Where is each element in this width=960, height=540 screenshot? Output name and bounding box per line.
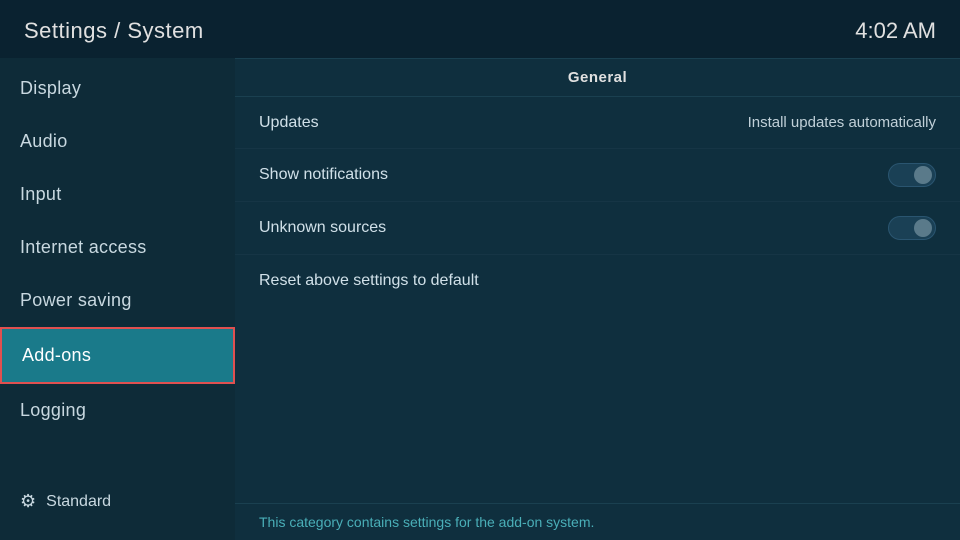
header: Settings / System 4:02 AM [0,0,960,58]
setting-row-show-notifications: Show notifications [235,149,960,202]
setting-label-unknown-sources: Unknown sources [259,219,386,237]
sidebar: Display Audio Input Internet access Powe… [0,58,235,540]
setting-label-updates: Updates [259,114,319,132]
toggle-thumb-show-notifications [914,166,932,184]
setting-row-updates: Updates Install updates automatically [235,97,960,149]
content-footer: This category contains settings for the … [235,503,960,540]
sidebar-nav: Display Audio Input Internet access Powe… [0,58,235,437]
toggle-show-notifications[interactable] [888,163,936,187]
section-header: General [235,58,960,97]
sidebar-item-logging[interactable]: Logging [0,384,235,437]
sidebar-item-internet-access[interactable]: Internet access [0,221,235,274]
sidebar-item-input[interactable]: Input [0,168,235,221]
setting-value-updates[interactable]: Install updates automatically [748,114,936,131]
page-title: Settings / System [24,18,204,44]
setting-row-unknown-sources: Unknown sources [235,202,960,255]
main-layout: Display Audio Input Internet access Powe… [0,58,960,540]
setting-row-reset[interactable]: Reset above settings to default [235,255,960,307]
sidebar-item-add-ons[interactable]: Add-ons [0,327,235,384]
settings-level-label: Standard [46,493,111,511]
content-area: General Updates Install updates automati… [235,58,960,540]
sidebar-item-power-saving[interactable]: Power saving [0,274,235,327]
setting-label-show-notifications: Show notifications [259,166,388,184]
content-inner: General Updates Install updates automati… [235,58,960,503]
sidebar-footer: ⚙ Standard [0,479,235,524]
gear-icon: ⚙ [20,491,36,512]
footer-description: This category contains settings for the … [259,514,594,530]
clock: 4:02 AM [855,18,936,44]
sidebar-item-display[interactable]: Display [0,62,235,115]
toggle-thumb-unknown-sources [914,219,932,237]
setting-label-reset: Reset above settings to default [259,272,479,290]
settings-list: Updates Install updates automatically Sh… [235,97,960,307]
toggle-unknown-sources[interactable] [888,216,936,240]
sidebar-item-audio[interactable]: Audio [0,115,235,168]
